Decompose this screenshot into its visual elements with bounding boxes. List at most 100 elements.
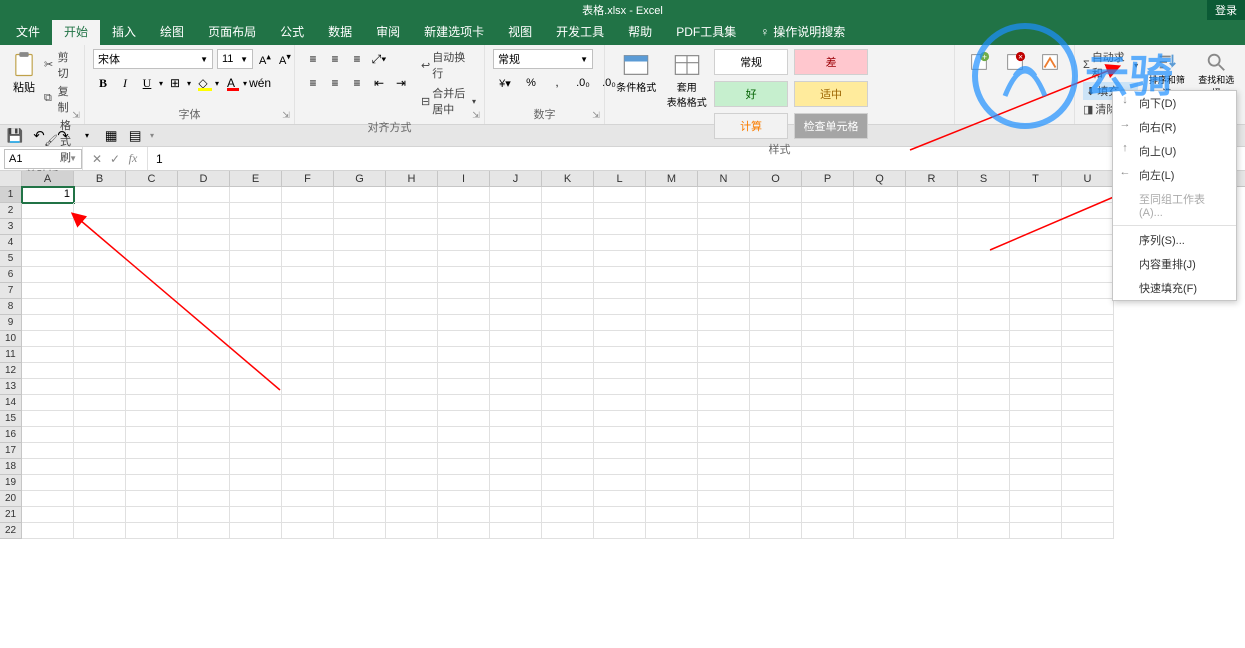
cell[interactable] [958, 315, 1010, 331]
cell[interactable] [958, 251, 1010, 267]
cell[interactable] [542, 219, 594, 235]
align-bottom-button[interactable]: ≡ [347, 49, 367, 69]
cell[interactable] [1010, 267, 1062, 283]
cell[interactable] [698, 443, 750, 459]
cell[interactable] [698, 507, 750, 523]
cell[interactable] [698, 267, 750, 283]
cell[interactable] [386, 491, 438, 507]
cell[interactable] [386, 507, 438, 523]
cell[interactable] [282, 363, 334, 379]
tab-help[interactable]: 帮助 [616, 19, 664, 45]
cell[interactable] [1062, 219, 1114, 235]
cell[interactable] [126, 299, 178, 315]
cell[interactable] [1062, 379, 1114, 395]
cell[interactable] [438, 331, 490, 347]
cell[interactable] [698, 411, 750, 427]
cell[interactable] [906, 283, 958, 299]
paste-button[interactable]: 粘贴 [8, 49, 40, 97]
cell[interactable] [906, 491, 958, 507]
cell[interactable] [750, 251, 802, 267]
cell[interactable] [386, 331, 438, 347]
cell[interactable] [74, 347, 126, 363]
cell[interactable] [594, 331, 646, 347]
cell[interactable] [1062, 507, 1114, 523]
increase-font-button[interactable]: A▴ [257, 49, 273, 69]
cell[interactable] [594, 203, 646, 219]
cell[interactable] [178, 251, 230, 267]
cell[interactable] [542, 187, 594, 203]
cell[interactable] [906, 411, 958, 427]
cell[interactable] [854, 507, 906, 523]
cell[interactable] [490, 283, 542, 299]
cell[interactable] [646, 363, 698, 379]
cell[interactable] [854, 203, 906, 219]
cell[interactable] [542, 523, 594, 539]
cell[interactable] [490, 395, 542, 411]
cell[interactable] [698, 523, 750, 539]
cell[interactable] [178, 219, 230, 235]
cell[interactable] [958, 267, 1010, 283]
cell[interactable] [698, 203, 750, 219]
cell[interactable] [74, 299, 126, 315]
cell[interactable] [74, 379, 126, 395]
cell[interactable] [854, 315, 906, 331]
login-button[interactable]: 登录 [1207, 0, 1245, 20]
cell[interactable] [958, 283, 1010, 299]
cell[interactable] [1010, 283, 1062, 299]
cell[interactable] [490, 315, 542, 331]
cell[interactable] [74, 443, 126, 459]
cell[interactable] [1010, 235, 1062, 251]
cell[interactable] [438, 491, 490, 507]
row-header[interactable]: 6 [0, 267, 22, 283]
cell[interactable] [698, 331, 750, 347]
increase-indent-button[interactable]: ⇥ [391, 73, 411, 93]
cell[interactable] [1010, 443, 1062, 459]
cell[interactable] [178, 427, 230, 443]
cell[interactable] [1062, 315, 1114, 331]
cell[interactable] [438, 475, 490, 491]
cell[interactable] [1062, 523, 1114, 539]
cell[interactable] [230, 411, 282, 427]
cell[interactable] [126, 443, 178, 459]
cell[interactable] [74, 395, 126, 411]
cell[interactable] [646, 219, 698, 235]
cell[interactable] [802, 267, 854, 283]
cell[interactable] [334, 219, 386, 235]
cell[interactable] [750, 507, 802, 523]
cell[interactable] [1062, 475, 1114, 491]
cell[interactable] [178, 491, 230, 507]
clipboard-launcher[interactable]: ⇲ [70, 110, 82, 122]
cell[interactable] [646, 491, 698, 507]
cell[interactable] [282, 203, 334, 219]
cell[interactable] [282, 443, 334, 459]
cell[interactable] [126, 219, 178, 235]
cell[interactable] [802, 347, 854, 363]
cell[interactable] [1010, 363, 1062, 379]
column-header[interactable]: Q [854, 171, 906, 186]
cell[interactable] [386, 475, 438, 491]
cell[interactable] [178, 475, 230, 491]
cell[interactable] [906, 507, 958, 523]
cell[interactable] [438, 427, 490, 443]
style-ok[interactable]: 适中 [794, 81, 868, 107]
align-top-button[interactable]: ≡ [303, 49, 323, 69]
cell[interactable] [282, 251, 334, 267]
cell[interactable] [646, 459, 698, 475]
cell[interactable] [438, 459, 490, 475]
cell[interactable] [750, 491, 802, 507]
cell[interactable] [178, 411, 230, 427]
cell[interactable] [230, 267, 282, 283]
cell[interactable] [906, 251, 958, 267]
cell[interactable] [74, 203, 126, 219]
cell[interactable] [490, 443, 542, 459]
font-launcher[interactable]: ⇲ [280, 110, 292, 122]
cell[interactable] [1062, 331, 1114, 347]
cell[interactable] [334, 315, 386, 331]
cell[interactable] [646, 395, 698, 411]
tab-developer[interactable]: 开发工具 [544, 19, 616, 45]
cell[interactable] [1062, 427, 1114, 443]
cell[interactable] [854, 427, 906, 443]
alignment-launcher[interactable]: ⇲ [470, 110, 482, 122]
tab-draw[interactable]: 绘图 [148, 19, 196, 45]
cell[interactable] [594, 507, 646, 523]
